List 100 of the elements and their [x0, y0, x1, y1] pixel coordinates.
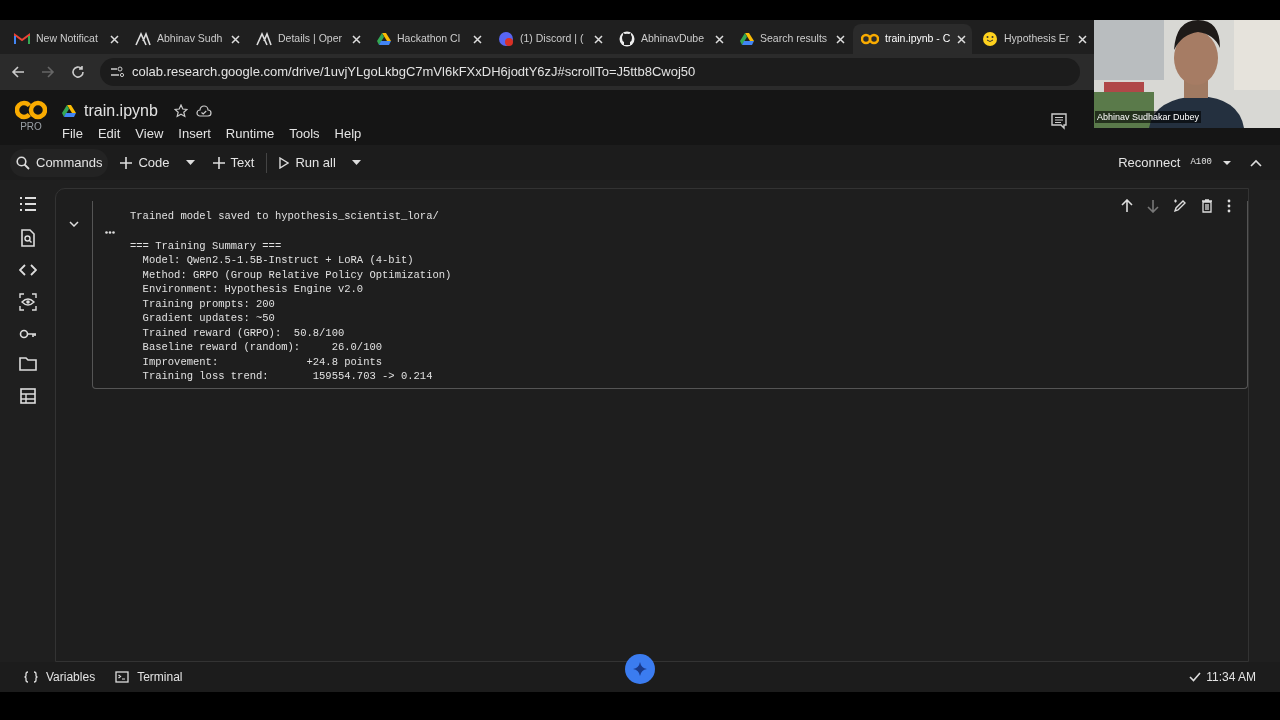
folder-icon[interactable]	[18, 357, 37, 371]
colab-logo-icon	[15, 100, 47, 120]
browser-tab[interactable]: train.ipynb - C	[853, 24, 972, 54]
collapse-icon[interactable]	[1250, 158, 1262, 167]
output-line: Baseline reward (random): 26.0/100	[141, 340, 384, 355]
caret-icon[interactable]	[1222, 159, 1232, 166]
key-icon[interactable]	[18, 328, 37, 340]
star-icon[interactable]	[173, 104, 188, 118]
output-line: Improvement: +24.8 points	[141, 354, 384, 369]
output-line: === Training Summary ===	[130, 238, 283, 253]
close-icon[interactable]	[110, 34, 119, 44]
code-icon[interactable]	[18, 264, 37, 276]
toolbar-button[interactable]: Code	[116, 148, 174, 177]
delete-icon[interactable]	[1201, 199, 1213, 213]
tab-title: Details | Oper	[278, 31, 343, 47]
back-icon[interactable]	[10, 64, 26, 80]
eye-icon[interactable]	[18, 293, 37, 311]
triangle-logo-icon	[256, 32, 272, 46]
gemini-button[interactable]	[625, 654, 655, 684]
site-settings-icon[interactable]	[110, 66, 124, 78]
menu-item[interactable]: Insert	[178, 124, 211, 144]
caret-icon[interactable]	[351, 160, 361, 165]
status-time: 11:34 AM	[1206, 669, 1256, 686]
participant-name: Abhinav Sudhakar Dubey	[1095, 111, 1202, 123]
colab-logo-icon	[861, 33, 879, 45]
menu-item[interactable]: Edit	[97, 124, 121, 144]
tab-title: (1) Discord | (	[520, 31, 585, 47]
output-line: Method: GRPO (Group Relative Policy Optimization)	[141, 267, 453, 282]
notification-logo-icon	[498, 31, 514, 47]
close-icon[interactable]	[957, 34, 966, 44]
tab-title: Hypothesis Er	[1004, 31, 1071, 47]
edit-icon[interactable]	[1173, 199, 1187, 213]
plus-icon	[120, 156, 133, 169]
forward-icon[interactable]	[40, 64, 56, 80]
drive-icon	[377, 33, 391, 45]
tab-title: New Notificat	[36, 31, 99, 47]
close-icon[interactable]	[473, 34, 482, 44]
tab-title: Search results	[760, 31, 829, 47]
cloud-icon[interactable]	[195, 105, 212, 117]
browser-tab[interactable]: Search results	[732, 24, 851, 54]
output-line: Trained model saved to hypothesis_scientist_lora/	[130, 209, 440, 224]
tab-title: Hackathon Cl	[397, 31, 462, 47]
move-up-icon[interactable]	[1121, 199, 1133, 213]
browser-tab[interactable]: Abhinav Sudh	[127, 24, 246, 54]
check-icon	[1189, 672, 1202, 682]
menu-item[interactable]: Help	[334, 124, 362, 144]
move-down-icon[interactable]	[1147, 199, 1159, 213]
more-output-icon[interactable]	[105, 231, 115, 234]
table-icon[interactable]	[19, 388, 36, 404]
braces-icon	[24, 671, 38, 683]
drive-icon	[740, 33, 754, 45]
triangle-logo-icon	[135, 32, 151, 46]
cat-logo-icon	[619, 31, 635, 47]
play-icon	[279, 156, 290, 169]
output-line: Model: Qwen2.5-1.5B-Instruct + LoRA (4-bit)	[141, 253, 415, 268]
close-icon[interactable]	[1078, 34, 1087, 44]
collapse-output-icon[interactable]	[69, 221, 79, 227]
close-icon[interactable]	[836, 34, 845, 44]
find-icon[interactable]	[19, 229, 36, 247]
terminal-button[interactable]: Terminal	[115, 668, 183, 686]
sparkle-icon	[633, 662, 647, 676]
notebook-title[interactable]: train.ipynb	[84, 99, 158, 123]
drive-icon	[62, 105, 76, 117]
browser-tab[interactable]: Hypothesis Er	[974, 24, 1093, 54]
menu-item[interactable]: Runtime	[225, 124, 275, 144]
gpu-label: A100	[1190, 155, 1212, 169]
comments-icon[interactable]	[1050, 112, 1068, 130]
tab-title: Abhinav Sudh	[157, 31, 224, 47]
browser-tab[interactable]: New Notificat	[6, 24, 125, 54]
address-bar[interactable]: colab.research.google.com/drive/1uvjYLgoLkbgC7mVl6kFXxDH6jodtY6zJ#scrollTo=J5ttb8Cwoj50	[100, 58, 1080, 86]
close-icon[interactable]	[594, 34, 603, 44]
close-icon[interactable]	[352, 34, 361, 44]
browser-tab[interactable]: (1) Discord | (	[490, 24, 609, 54]
toolbar-button[interactable]: Run all	[275, 148, 340, 177]
command-palette-button[interactable]: Commands	[10, 148, 109, 177]
mail-icon	[14, 33, 30, 45]
tab-title: AbhinavDube	[641, 31, 706, 47]
caret-icon[interactable]	[185, 160, 195, 165]
close-icon[interactable]	[231, 34, 240, 44]
menu-item[interactable]: File	[62, 124, 83, 144]
reload-icon[interactable]	[70, 64, 86, 80]
smiley-icon	[982, 31, 998, 47]
output-line: Environment: Hypothesis Engine v2.0	[141, 282, 365, 297]
close-icon[interactable]	[715, 34, 724, 44]
url-text: colab.research.google.com/drive/1uvjYLgoLkbgC7mVl6kFXxDH6jodtY6zJ#scrollTo=J5ttb8Cwoj50	[132, 63, 696, 82]
terminal-icon	[115, 671, 130, 683]
output-line: Trained reward (GRPO): 50.8/100	[141, 325, 346, 340]
browser-tab[interactable]: Details | Oper	[248, 24, 367, 54]
menu-item[interactable]: Tools	[289, 124, 320, 144]
browser-tab[interactable]: Hackathon Cl	[369, 24, 488, 54]
reconnect-button[interactable]: Reconnect	[1118, 152, 1181, 173]
variables-button[interactable]: Variables	[24, 668, 96, 686]
browser-tab[interactable]: AbhinavDube	[611, 24, 730, 54]
search-icon	[16, 155, 30, 170]
more-icon[interactable]	[1227, 199, 1231, 213]
menu-item[interactable]: View	[135, 124, 164, 144]
toolbar-button[interactable]: Text	[208, 148, 259, 177]
output-line: Training loss trend: 159554.703 -> 0.214	[141, 369, 434, 384]
plus-icon	[212, 156, 225, 169]
toc-icon[interactable]	[18, 196, 37, 212]
